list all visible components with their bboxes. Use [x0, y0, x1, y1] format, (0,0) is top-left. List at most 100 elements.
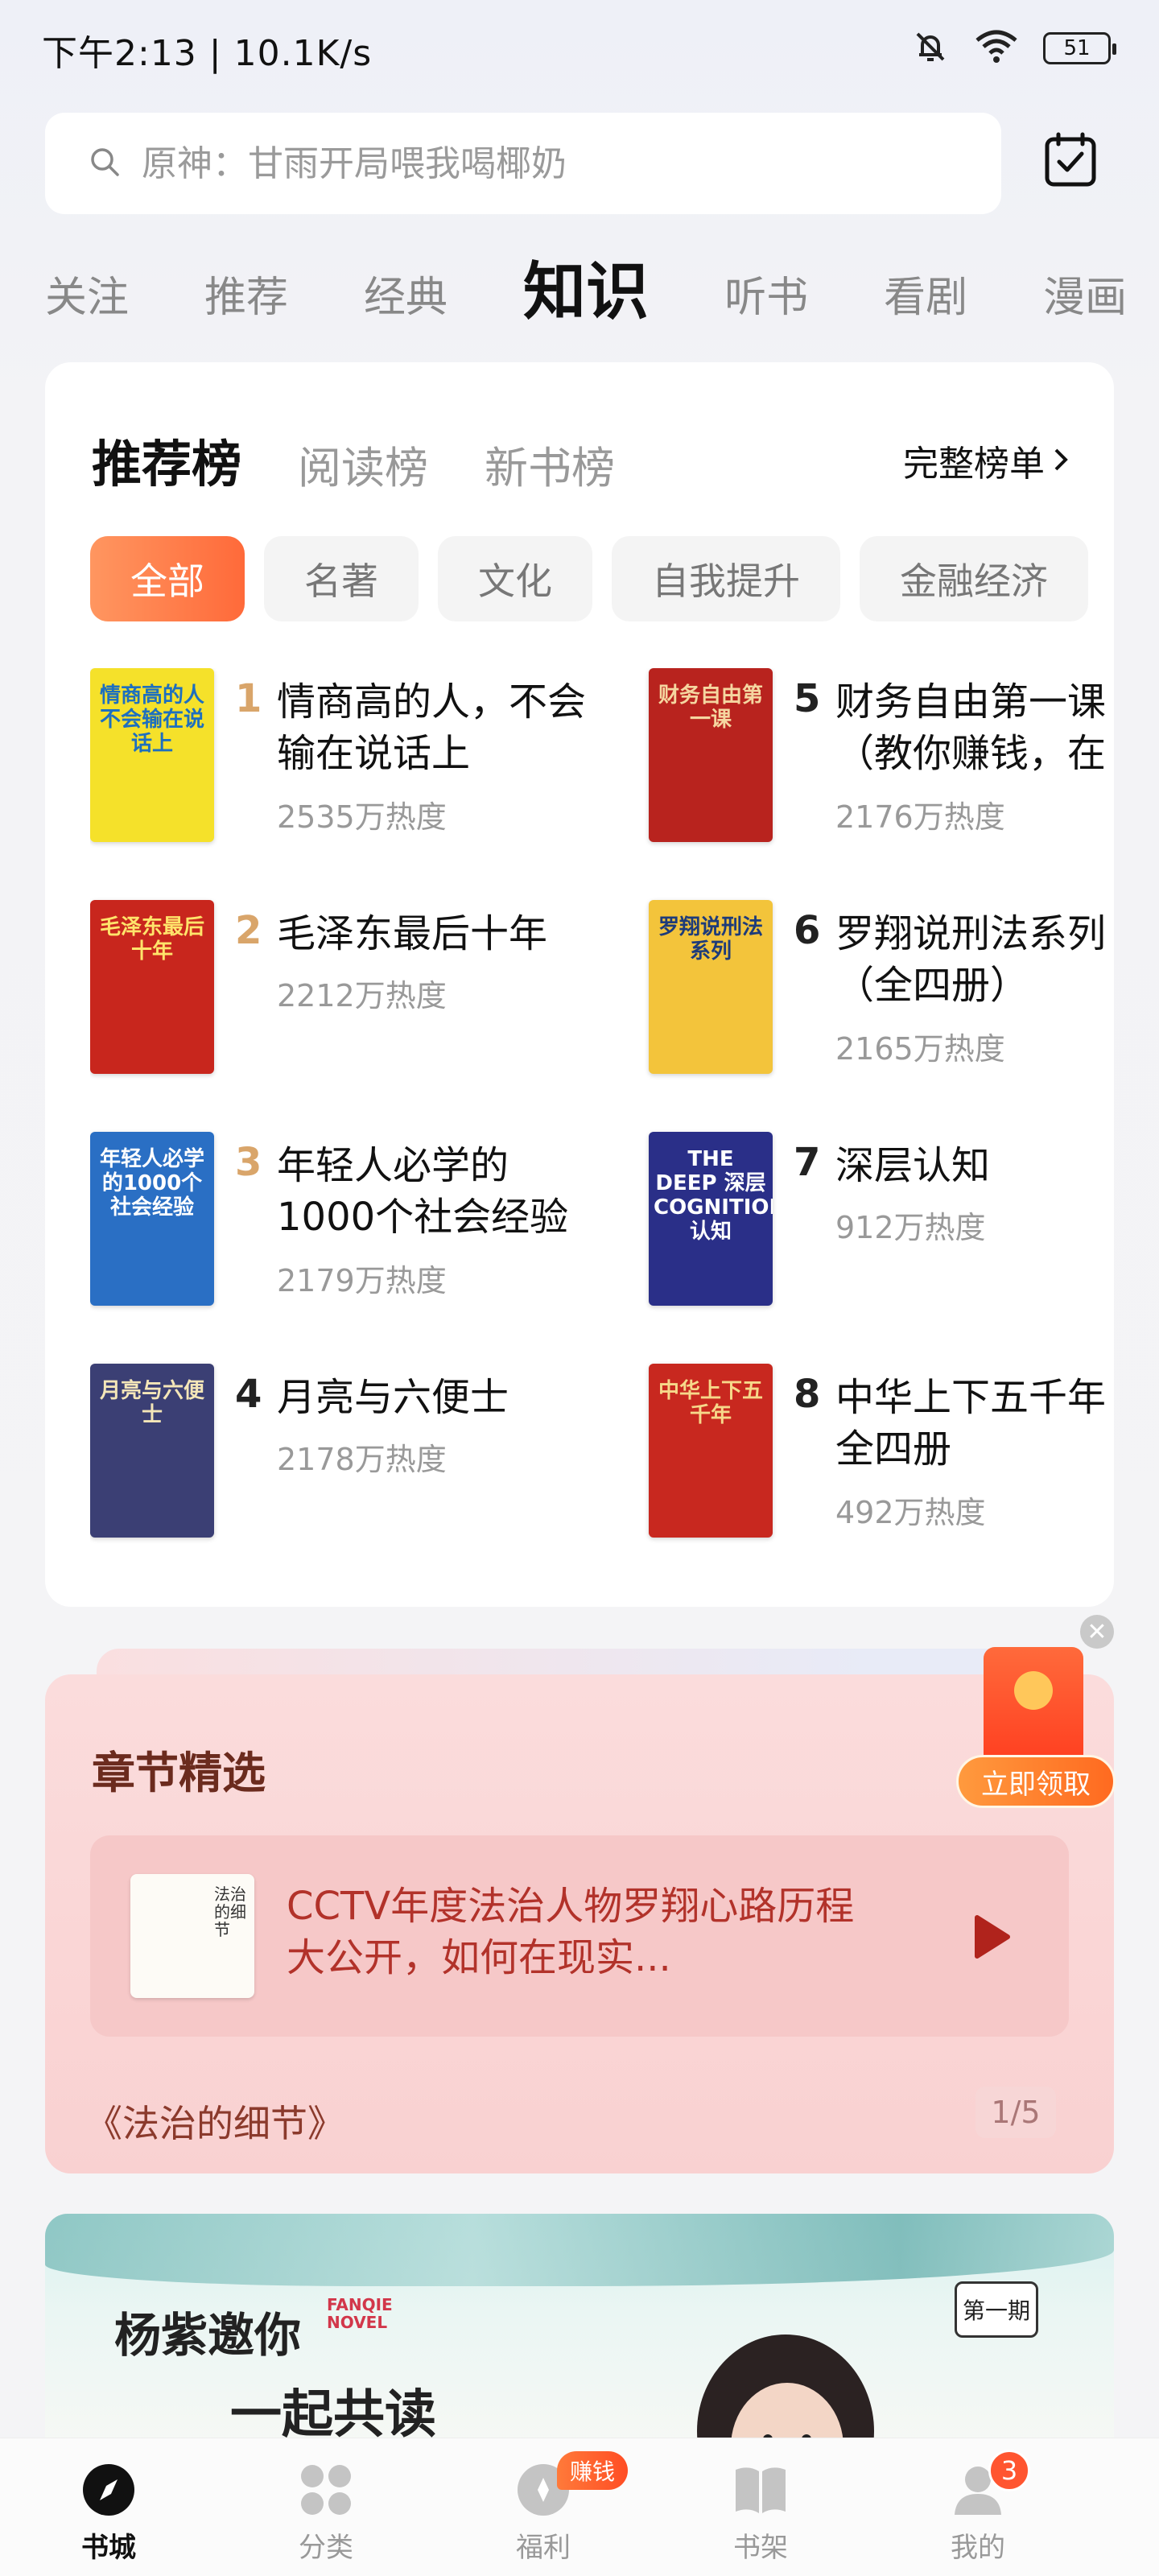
cover-title: 毛泽东最后十年: [99, 915, 204, 964]
heat-count: 2165万热度: [835, 1031, 1005, 1067]
chip-finance[interactable]: 金融经济: [860, 536, 1088, 621]
nav-bookshelf[interactable]: 书架: [652, 2438, 869, 2576]
book-cover: 中华上下五千年: [649, 1364, 773, 1538]
rank-number: 3: [235, 1140, 262, 1185]
heat-count: 492万热度: [835, 1495, 986, 1530]
search-icon: [89, 146, 121, 181]
chapter-excerpt: CCTV年度法治人物罗翔心路历程大公开，如何在现实...: [287, 1884, 855, 1980]
book-icon: [732, 2461, 790, 2519]
heat-count: 2176万热度: [835, 799, 1005, 835]
book-cover: 情商高的人不会输在说话上: [90, 668, 214, 842]
search-input[interactable]: [142, 142, 947, 184]
close-icon[interactable]: ✕: [1080, 1615, 1114, 1649]
tab-recommend[interactable]: 推荐: [204, 263, 288, 338]
bell-muted-icon: [911, 27, 950, 69]
nav-label: 福利: [516, 2532, 571, 2564]
book-cover: 年轻人必学的1000个社会经验: [90, 1132, 214, 1306]
book-title: 情商高的人，不会 输在说话上: [277, 679, 587, 776]
nav-label: 我的: [951, 2532, 1005, 2564]
book-title: 毛泽东最后十年: [277, 911, 548, 956]
status-bar: 下午2:13 | 10.1K/s 51: [0, 0, 1159, 97]
promo-headline-2: 一起共读: [230, 2384, 436, 2445]
nav-label: 书城: [81, 2532, 136, 2564]
tab-drama[interactable]: 看剧: [884, 263, 967, 338]
heat-count: 2178万热度: [277, 1442, 447, 1477]
nav-label: 书架: [733, 2532, 788, 2564]
book-title: 财务自由第一课 （教你赚钱，在: [835, 679, 1107, 776]
book-item[interactable]: THE DEEP 深层 COGNITION 认知 7 深层认知 912万热度: [649, 1132, 1114, 1341]
cover-title: 月亮与六便士: [99, 1379, 204, 1427]
rank-number: 4: [235, 1372, 262, 1417]
search-bar[interactable]: [45, 113, 1001, 214]
play-icon[interactable]: [972, 1913, 1013, 1961]
tab-classic[interactable]: 经典: [364, 263, 448, 338]
checkin-calendar-button[interactable]: [1038, 129, 1103, 193]
chip-self-improvement[interactable]: 自我提升: [612, 536, 840, 621]
chapter-book-cover: 法治的细节: [130, 1874, 254, 1998]
book-item[interactable]: 罗翔说刑法系列 6 罗翔说刑法系列 （全四册） 2165万热度: [649, 900, 1114, 1109]
tab-audiobook[interactable]: 听书: [724, 263, 808, 338]
category-chips: 全部 名著 文化 自我提升 金融经济: [90, 536, 1088, 621]
book-cover: THE DEEP 深层 COGNITION 认知: [649, 1132, 773, 1306]
book-title: 月亮与六便士: [277, 1375, 509, 1420]
tab-follow[interactable]: 关注: [45, 263, 129, 338]
banner-wave-decoration: [45, 2214, 1114, 2286]
status-time-speed: 下午2:13 | 10.1K/s: [42, 33, 373, 74]
claim-now-button[interactable]: 立即领取: [956, 1755, 1116, 1808]
nav-profile[interactable]: 我的 3: [869, 2438, 1087, 2576]
battery-indicator: 51: [1043, 32, 1116, 64]
book-item[interactable]: 中华上下五千年 8 中华上下五千年 全四册 492万热度: [649, 1364, 1114, 1573]
heat-count: 2535万热度: [277, 799, 447, 835]
book-title: 中华上下五千年 全四册: [835, 1375, 1107, 1472]
tab-recommend-list[interactable]: 推荐榜: [92, 423, 241, 496]
channel-tabs: 关注 推荐 经典 知识 听书 看剧 漫画: [45, 242, 1159, 338]
battery-level: 51: [1063, 36, 1091, 60]
book-cover: 毛泽东最后十年: [90, 900, 214, 1074]
compass-icon: [80, 2461, 138, 2519]
tab-knowledge[interactable]: 知识: [523, 242, 649, 338]
rank-number: 5: [794, 676, 821, 721]
chip-culture[interactable]: 文化: [438, 536, 592, 621]
book-cover: 月亮与六便士: [90, 1364, 214, 1538]
rank-number: 2: [235, 908, 262, 953]
book-title: 深层认知: [835, 1143, 991, 1188]
chip-classics[interactable]: 名著: [264, 536, 419, 621]
book-item[interactable]: 财务自由第一课 5 财务自由第一课 （教你赚钱，在 2176万热度: [649, 668, 1114, 877]
chapter-highlights-card: 章节精选 法治的细节 CCTV年度法治人物罗翔心路历程大公开，如何在现实... …: [45, 1674, 1114, 2174]
chevron-right-icon: [1053, 440, 1069, 481]
chapter-item[interactable]: 法治的细节 CCTV年度法治人物罗翔心路历程大公开，如何在现实...: [90, 1835, 1069, 2037]
cover-title: 中华上下五千年: [658, 1379, 763, 1427]
nav-category[interactable]: 分类: [217, 2438, 435, 2576]
tab-new-book-list[interactable]: 新书榜: [485, 432, 615, 496]
book-item[interactable]: 年轻人必学的1000个社会经验 3 年轻人必学的 1000个社会经验 2179万…: [90, 1132, 621, 1341]
heat-count: 2212万热度: [277, 978, 447, 1013]
promo-banner[interactable]: 杨紫邀你 FANQIE NOVEL 一起共读 第一期: [45, 2214, 1114, 2455]
book-item[interactable]: 情商高的人不会输在说话上 1 情商高的人，不会 输在说话上 2535万热度: [90, 668, 621, 877]
book-cover: 罗翔说刑法系列: [649, 900, 773, 1074]
heat-count: 912万热度: [835, 1210, 986, 1245]
chapter-pager: 1/5: [975, 2087, 1056, 2138]
red-packet-icon[interactable]: [984, 1647, 1083, 1768]
book-ranking-grid: 情商高的人不会输在说话上 1 情商高的人，不会 输在说话上 2535万热度 毛泽…: [90, 668, 1114, 1594]
nav-bookstore[interactable]: 书城: [0, 2438, 217, 2576]
tab-comics[interactable]: 漫画: [1043, 263, 1127, 338]
chapter-book-name[interactable]: 《法治的细节》: [85, 2095, 344, 2148]
book-item[interactable]: 月亮与六便士 4 月亮与六便士 2178万热度: [90, 1364, 621, 1573]
cover-title: 罗翔说刑法系列: [658, 915, 763, 964]
nav-label: 分类: [299, 2532, 353, 2564]
chip-all[interactable]: 全部: [90, 536, 245, 621]
earn-badge: 赚钱: [557, 2451, 629, 2490]
rank-number: 1: [235, 676, 262, 721]
cover-title: 财务自由第一课: [658, 683, 763, 732]
book-item[interactable]: 毛泽东最后十年 2 毛泽东最后十年 2212万热度: [90, 900, 621, 1109]
full-list-link[interactable]: 完整榜单: [903, 435, 1069, 486]
cover-title: THE DEEP 深层 COGNITION 认知: [654, 1147, 773, 1244]
book-title: 罗翔说刑法系列 （全四册）: [835, 911, 1107, 1008]
nav-welfare[interactable]: 福利 赚钱: [435, 2438, 652, 2576]
calendar-check-icon: [1044, 131, 1097, 191]
tab-reading-list[interactable]: 阅读榜: [298, 432, 428, 496]
celebrity-portrait: [681, 2310, 890, 2455]
book-cover: 财务自由第一课: [649, 668, 773, 842]
red-packet-seal: [1014, 1671, 1053, 1710]
promo-brand: FANQIE NOVEL: [327, 2295, 393, 2332]
